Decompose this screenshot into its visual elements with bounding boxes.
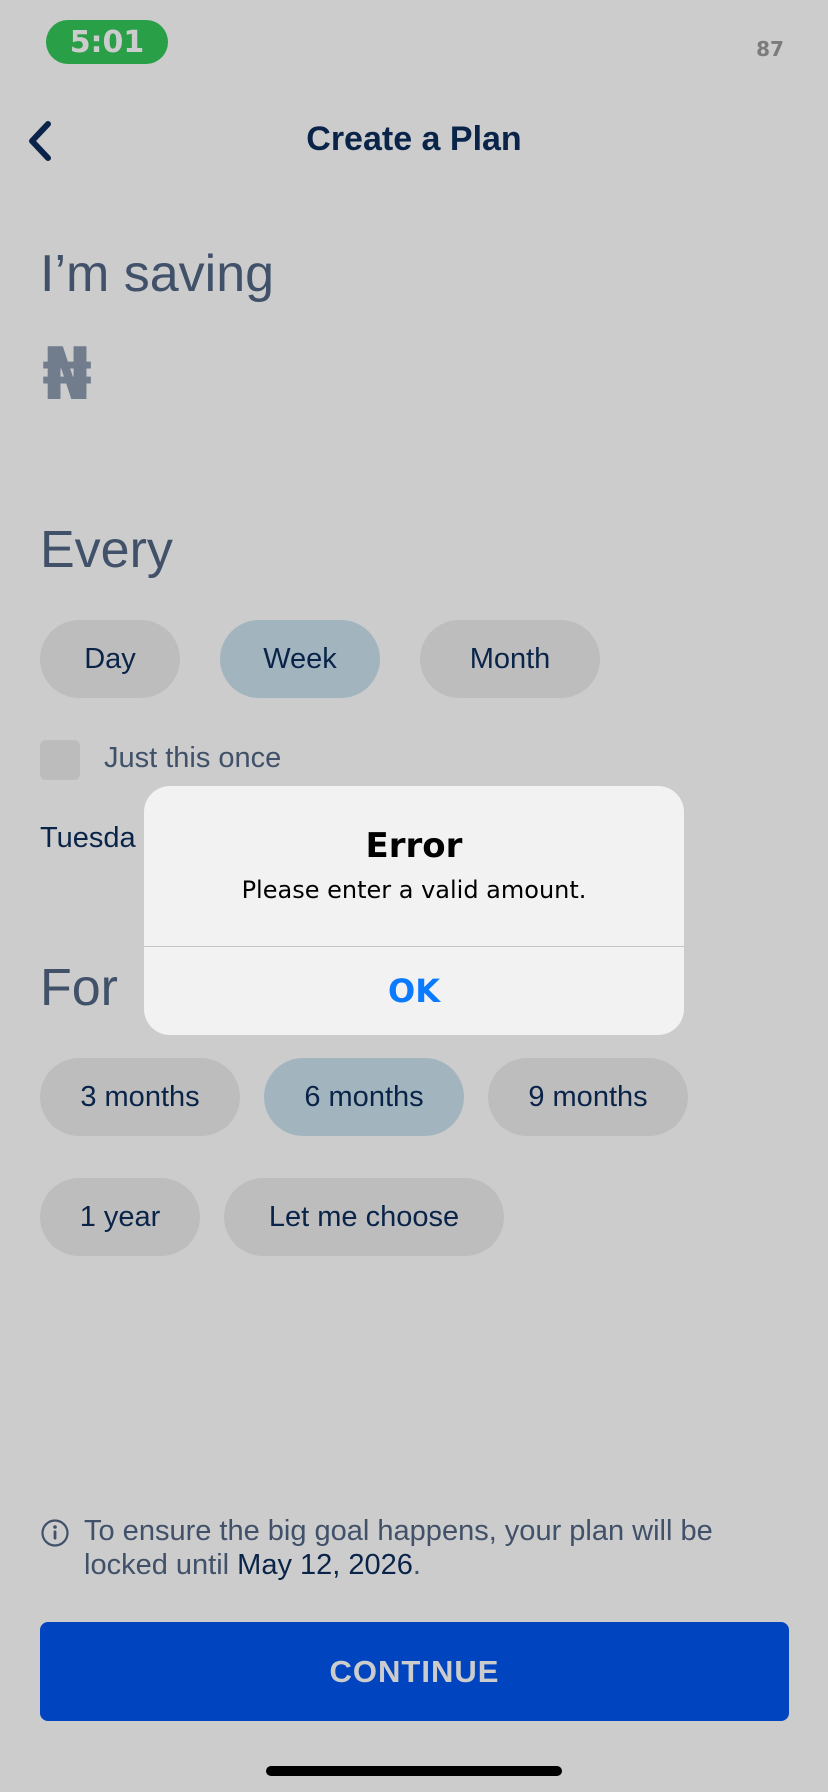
alert-message: Please enter a valid amount. [241, 876, 587, 904]
alert-title: Error [365, 826, 463, 866]
alert-ok-button[interactable]: OK [144, 947, 684, 1035]
home-indicator[interactable] [266, 1766, 562, 1776]
error-alert: Error Please enter a valid amount. OK [144, 786, 684, 1035]
